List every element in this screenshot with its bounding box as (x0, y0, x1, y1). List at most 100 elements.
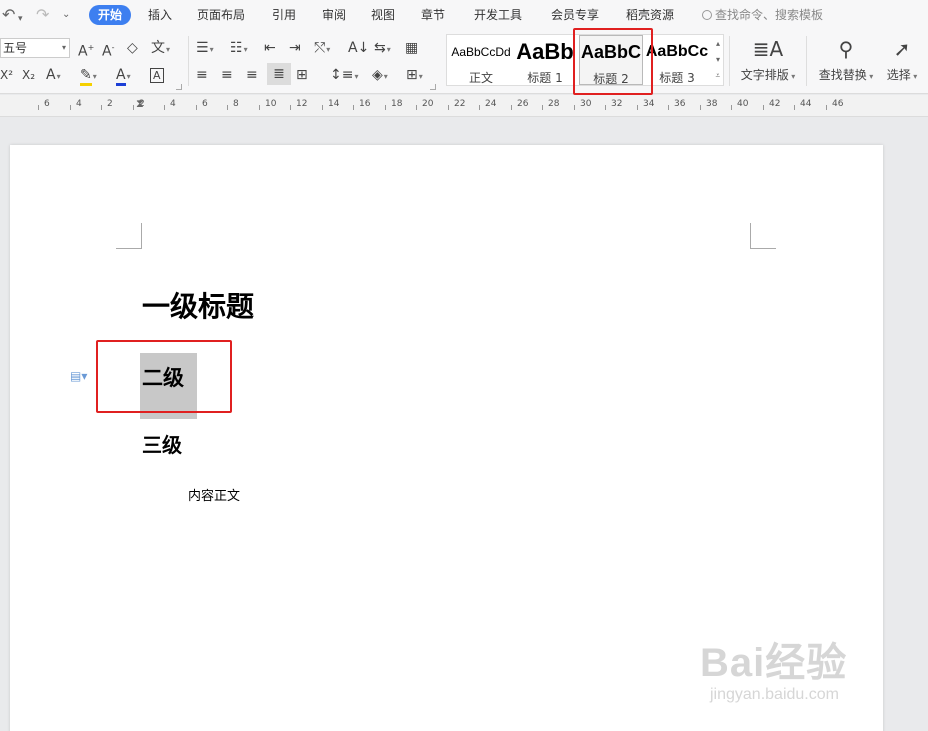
body-text[interactable]: 内容正文 (188, 485, 240, 504)
tab-view[interactable]: 视图 (371, 5, 395, 25)
style-heading-1[interactable]: AaBb 标题 1 (513, 35, 577, 85)
shrink-font-icon[interactable]: A- (102, 39, 114, 61)
sort-icon[interactable]: A↓ (348, 39, 369, 57)
undo-dropdown-icon[interactable]: ▾ (18, 9, 23, 29)
character-border-icon[interactable]: A (150, 66, 164, 85)
ruler-number: 34 (643, 99, 655, 109)
text-layout-button[interactable]: ≣A 文字排版 (738, 36, 798, 83)
text-layout-label: 文字排版 (738, 66, 798, 83)
gallery-expand-icon[interactable]: ⩡ (715, 71, 720, 81)
ruler-tick (637, 105, 638, 110)
align-center-icon[interactable]: ≡ (221, 66, 233, 84)
justify-icon[interactable]: ≣ (267, 63, 291, 85)
ruler-tick (164, 105, 165, 110)
ruler-tick (322, 105, 323, 110)
paragraph-menu-icon[interactable]: ▤▾ (70, 369, 87, 383)
tab-review[interactable]: 审阅 (322, 5, 346, 25)
ruler-number: 22 (454, 99, 466, 109)
ruler-tick (227, 105, 228, 110)
style-name: 标题 1 (527, 71, 563, 85)
customize-quick-access-icon[interactable]: ⌄ (62, 5, 70, 25)
increase-indent-icon[interactable]: ⇥ (289, 39, 301, 57)
ruler-number: 30 (580, 99, 592, 109)
phonetic-guide-icon[interactable]: 文 (151, 39, 170, 59)
font-size-value: 五号 (3, 41, 28, 55)
annotation-box-heading (96, 340, 232, 413)
grow-font-icon[interactable]: A+ (78, 39, 94, 61)
subscript-icon[interactable]: X₂ (22, 66, 35, 84)
paragraph-mark-icon[interactable]: ⇆ (374, 39, 391, 59)
heading-3-text[interactable]: 三级 (142, 429, 182, 458)
ribbon-toolbar: 五号 ▾ A+ A- ◇ 文 X² X₂ A ✎ A A ☰ ☷ ⇤ ⇥ ⤲ A… (0, 30, 928, 94)
ruler-number: 10 (265, 99, 277, 109)
ruler-number: 4 (170, 99, 176, 109)
ruler-tick (826, 105, 827, 110)
tab-insert[interactable]: 插入 (148, 5, 172, 25)
horizontal-ruler: 6 4 2 2 4 6 8 10 12 14 16 18 20 22 24 26 28 30 32 34 36 38 40 4… (0, 95, 928, 117)
indent-marker-icon[interactable]: ⧗ (136, 97, 144, 111)
redo-icon[interactable]: ↷ (36, 5, 49, 25)
tab-references[interactable]: 引用 (272, 5, 296, 25)
ruler-number: 32 (611, 99, 623, 109)
tab-home[interactable]: 开始 (89, 5, 132, 25)
magnifier-icon: ⚲ (838, 37, 854, 61)
annotation-box-style (573, 28, 653, 95)
ruler-tick (511, 105, 512, 110)
bullet-list-icon[interactable]: ☰ (196, 39, 214, 59)
ruler-tick (605, 105, 606, 110)
select-label: 选择 (882, 66, 922, 83)
align-right-icon[interactable]: ≡ (246, 66, 258, 84)
find-replace-button[interactable]: ⚲ 查找替换 (816, 36, 876, 83)
baidu-jingyan-watermark: Bai经验 jingyan.baidu.com (700, 630, 890, 710)
undo-icon[interactable]: ↶ (2, 5, 15, 25)
ruler-number: 20 (422, 99, 434, 109)
font-color-icon[interactable]: A (116, 66, 131, 86)
style-preview: AaBbCcDd (451, 45, 511, 59)
select-button[interactable]: ➚ 选择 (882, 36, 922, 83)
ruler-tick (259, 105, 260, 110)
ruler-number: 36 (674, 99, 686, 109)
ruler-number: 6 (44, 99, 50, 109)
distributed-align-icon[interactable]: ⊞ (296, 66, 308, 84)
font-dialog-launcher[interactable] (176, 84, 182, 90)
search-placeholder: 查找命令、搜索模板 (715, 8, 824, 22)
ruler-tick (794, 105, 795, 110)
tab-chapter[interactable]: 章节 (421, 5, 445, 25)
tab-member[interactable]: 会员专享 (551, 5, 599, 25)
text-effect-icon[interactable]: A (46, 66, 61, 86)
numbered-list-icon[interactable]: ☷ (230, 39, 248, 59)
text-layout-icon: ≣A (752, 37, 784, 61)
line-spacing-icon[interactable]: ↕≡ (330, 66, 358, 86)
decrease-indent-icon[interactable]: ⇤ (264, 39, 276, 57)
superscript-icon[interactable]: X² (0, 66, 13, 84)
style-normal[interactable]: AaBbCcDd 正文 (449, 35, 513, 85)
align-left-icon[interactable]: ≡ (196, 66, 208, 84)
borders-icon[interactable]: ⊞ (406, 66, 423, 86)
highlight-color-icon[interactable]: ✎ (80, 66, 97, 86)
ruler-number: 24 (485, 99, 497, 109)
ruler-number: 38 (706, 99, 718, 109)
ruler-tick (353, 105, 354, 110)
chinese-layout-icon[interactable]: ⤲ (314, 39, 330, 59)
margin-corner-left (116, 223, 142, 249)
paragraph-dialog-launcher[interactable] (430, 84, 436, 90)
shading-icon[interactable]: ◈ (372, 66, 388, 86)
find-replace-label: 查找替换 (816, 66, 876, 83)
separator (188, 36, 189, 86)
separator (729, 36, 730, 86)
tab-developer[interactable]: 开发工具 (474, 5, 522, 25)
tab-page-layout[interactable]: 页面布局 (197, 5, 245, 25)
heading-1-text[interactable]: 一级标题 (142, 285, 254, 325)
chevron-down-icon: ▾ (61, 43, 66, 52)
ruler-tick (416, 105, 417, 110)
gallery-scroll-down-icon[interactable]: ▾ (716, 55, 720, 64)
table-of-marks-icon[interactable]: ▦ (405, 39, 418, 57)
style-heading-3[interactable]: AaBbCc 标题 3 (645, 35, 709, 85)
ruler-number: 6 (202, 99, 208, 109)
command-search[interactable]: 查找命令、搜索模板 (702, 5, 823, 25)
cursor-arrow-icon: ➚ (893, 37, 911, 61)
font-size-select[interactable]: 五号 ▾ (0, 38, 70, 58)
clear-format-icon[interactable]: ◇ (127, 39, 138, 57)
gallery-scroll-up-icon[interactable]: ▴ (716, 39, 720, 48)
tab-docer-resources[interactable]: 稻壳资源 (626, 5, 674, 25)
